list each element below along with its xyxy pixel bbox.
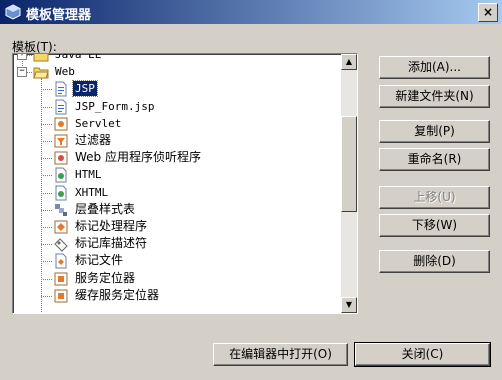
move-down-button[interactable]: 下移(W) — [379, 214, 490, 237]
tree-line — [41, 296, 52, 297]
tree-item-label: Web 应用程序侦听程序 — [75, 150, 201, 164]
tree-item-label: 标记处理程序 — [75, 219, 148, 233]
jsp-file-icon — [53, 99, 69, 115]
tree-line — [41, 124, 52, 125]
tree-item-label: 过滤器 — [75, 133, 112, 147]
tree-item-label: 标记库描述符 — [75, 236, 148, 250]
tree-line — [41, 158, 52, 159]
tree-line — [41, 175, 52, 176]
scroll-down-button[interactable]: ▼ — [341, 297, 357, 313]
listener-icon — [53, 150, 69, 166]
rename-button[interactable]: 重命名(R) — [379, 148, 490, 171]
tree-line — [41, 227, 52, 228]
tree-item[interactable]: 服务定位器 — [53, 270, 137, 287]
tree-item[interactable]: 标记文件 — [53, 252, 125, 269]
tree-item[interactable]: Java EE — [33, 53, 103, 63]
tree-item[interactable]: 过滤器 — [53, 132, 113, 149]
move-up-button[interactable]: 上移(U) — [379, 186, 490, 209]
jsp-file-icon — [53, 81, 69, 97]
tree-item[interactable]: Servlet — [53, 115, 123, 132]
tree-item-label: 层叠样式表 — [75, 202, 136, 216]
tree-item[interactable]: Web — [33, 63, 77, 80]
html-file-icon — [53, 167, 69, 183]
tree-item-label: Java EE — [55, 53, 102, 61]
tld-icon — [53, 236, 69, 252]
tree-item-label: JSP — [72, 80, 98, 97]
templates-tree[interactable]: + Java EE − Web JSP JSP_Form.jsp Servlet 过滤器 Web… — [12, 53, 358, 314]
new-folder-button[interactable]: 新建文件夹(N) — [379, 85, 490, 108]
add-button[interactable]: 添加(A)... — [379, 56, 490, 79]
tree-expander[interactable]: + — [17, 54, 27, 60]
tree-expander[interactable]: − — [17, 67, 27, 77]
tree-item[interactable]: 标记处理程序 — [53, 218, 149, 235]
tree-item[interactable]: 缓存服务定位器 — [53, 287, 161, 304]
app-icon — [5, 4, 21, 20]
servlet-icon — [53, 116, 69, 132]
tree-item-label: 标记文件 — [75, 253, 124, 267]
vertical-scrollbar[interactable]: ▲ ▼ — [341, 54, 357, 313]
tag-handler-icon — [53, 219, 69, 235]
close-window-button[interactable]: × — [478, 3, 498, 22]
locator-icon — [53, 271, 69, 287]
locator-icon — [53, 288, 69, 304]
tree-item-label: 缓存服务定位器 — [75, 288, 160, 302]
tree-line — [41, 107, 52, 108]
folder-icon — [33, 54, 49, 63]
title-bar: 模板管理器 × — [0, 0, 502, 24]
tree-item-label: JSP_Form.jsp — [75, 100, 155, 113]
html-file-icon — [53, 185, 69, 201]
tree-item[interactable]: Web 应用程序侦听程序 — [53, 149, 203, 166]
filter-icon — [53, 133, 69, 149]
tree-line — [41, 261, 52, 262]
open-in-editor-button[interactable]: 在编辑器中打开(O) — [213, 343, 348, 366]
delete-button[interactable]: 删除(D) — [379, 250, 490, 273]
tree-item[interactable]: XHTML — [53, 184, 110, 201]
tree-item[interactable]: JSP — [53, 80, 98, 97]
scroll-thumb[interactable] — [341, 116, 357, 212]
tree-item[interactable]: 层叠样式表 — [53, 201, 137, 218]
tree-line — [41, 279, 52, 280]
copy-button[interactable]: 复制(P) — [379, 120, 490, 143]
tree-line — [41, 244, 52, 245]
tree-item[interactable]: JSP_Form.jsp — [53, 98, 156, 115]
tag-file-icon — [53, 253, 69, 269]
tree-line — [41, 141, 52, 142]
scroll-up-button[interactable]: ▲ — [341, 54, 357, 70]
tree-line — [41, 193, 52, 194]
tree-line — [41, 210, 52, 211]
window-title: 模板管理器 — [26, 8, 92, 23]
tree-line — [41, 89, 52, 90]
close-button[interactable]: 关闭(C) — [354, 342, 491, 367]
tree-item-label: Servlet — [75, 117, 122, 130]
css-icon — [53, 202, 69, 218]
tree-item[interactable]: 标记库描述符 — [53, 235, 149, 252]
folder-open-icon — [33, 64, 49, 80]
tree-item[interactable]: HTML — [53, 166, 104, 183]
tree-item-label: HTML — [75, 168, 102, 181]
tree-item-label: XHTML — [75, 186, 109, 199]
tree-item-label: 服务定位器 — [75, 271, 136, 285]
tree-item-label: Web — [55, 65, 75, 78]
